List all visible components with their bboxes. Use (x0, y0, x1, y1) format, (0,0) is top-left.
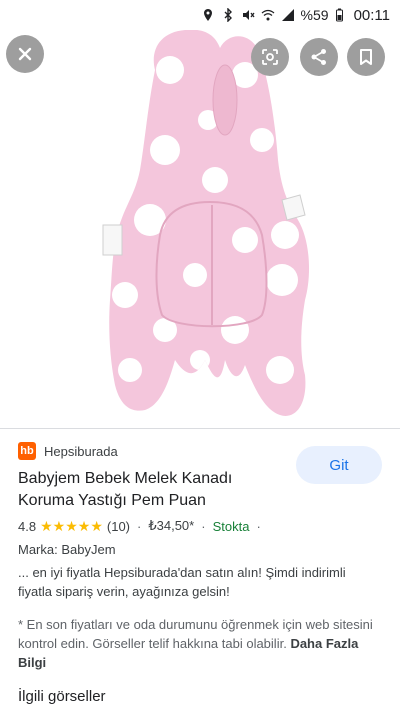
related-images-heading: İlgili görseller (18, 688, 106, 705)
lens-button[interactable] (251, 38, 289, 76)
save-button[interactable] (347, 38, 385, 76)
share-icon (311, 49, 326, 65)
close-button[interactable] (6, 35, 44, 73)
separator-dot: · (201, 518, 206, 534)
close-icon (18, 47, 32, 61)
source-logo: hb (18, 442, 36, 460)
battery-icon (335, 7, 344, 23)
details-panel: hb Hepsiburada Git Babyjem Bebek Melek K… (18, 440, 388, 672)
signal-icon (281, 7, 295, 23)
clock: 00:11 (353, 6, 390, 24)
product-title[interactable]: Babyjem Bebek Melek Kanadı Koruma Yastığ… (18, 468, 288, 512)
separator-dot: · (137, 518, 142, 534)
review-count: (10) (106, 518, 131, 534)
go-button[interactable]: Git (296, 446, 382, 484)
wifi-icon (261, 7, 275, 23)
star-icon: ★ (65, 518, 78, 534)
disclaimer: * En son fiyatları ve oda durumunu öğren… (18, 615, 380, 672)
image-viewer[interactable] (0, 30, 400, 428)
share-button[interactable] (300, 38, 338, 76)
star-icon: ★ (77, 518, 91, 534)
divider (0, 675, 400, 676)
rating-value: 4.8 (18, 518, 37, 534)
source-name: Hepsiburada (44, 443, 118, 459)
separator-dot: · (256, 518, 261, 534)
description: ... en iyi fiyatla Hepsiburada'dan satın… (18, 565, 346, 599)
star-icon: ★ (52, 518, 66, 534)
bluetooth-icon (221, 7, 235, 23)
rating-stars: ★ ★ ★ ★ ★ (40, 519, 103, 533)
bookmark-icon (360, 49, 372, 65)
stock-status: Stokta (212, 518, 250, 534)
lens-icon (262, 49, 278, 65)
divider (0, 428, 400, 429)
star-icon: ★ (40, 518, 53, 534)
status-bar: %59 00:11 (0, 0, 400, 30)
product-image (102, 30, 310, 416)
brand: Marka: BabyJem (18, 542, 116, 557)
battery-level: %59 (300, 7, 329, 23)
mute-icon (241, 7, 255, 23)
location-icon (201, 7, 215, 23)
star-icon: ★ (90, 518, 103, 534)
rating-row: 4.8 ★ ★ ★ ★ ★ (10) · ₺34,50* · Stokta · (18, 516, 388, 536)
price: ₺34,50* (148, 518, 195, 533)
